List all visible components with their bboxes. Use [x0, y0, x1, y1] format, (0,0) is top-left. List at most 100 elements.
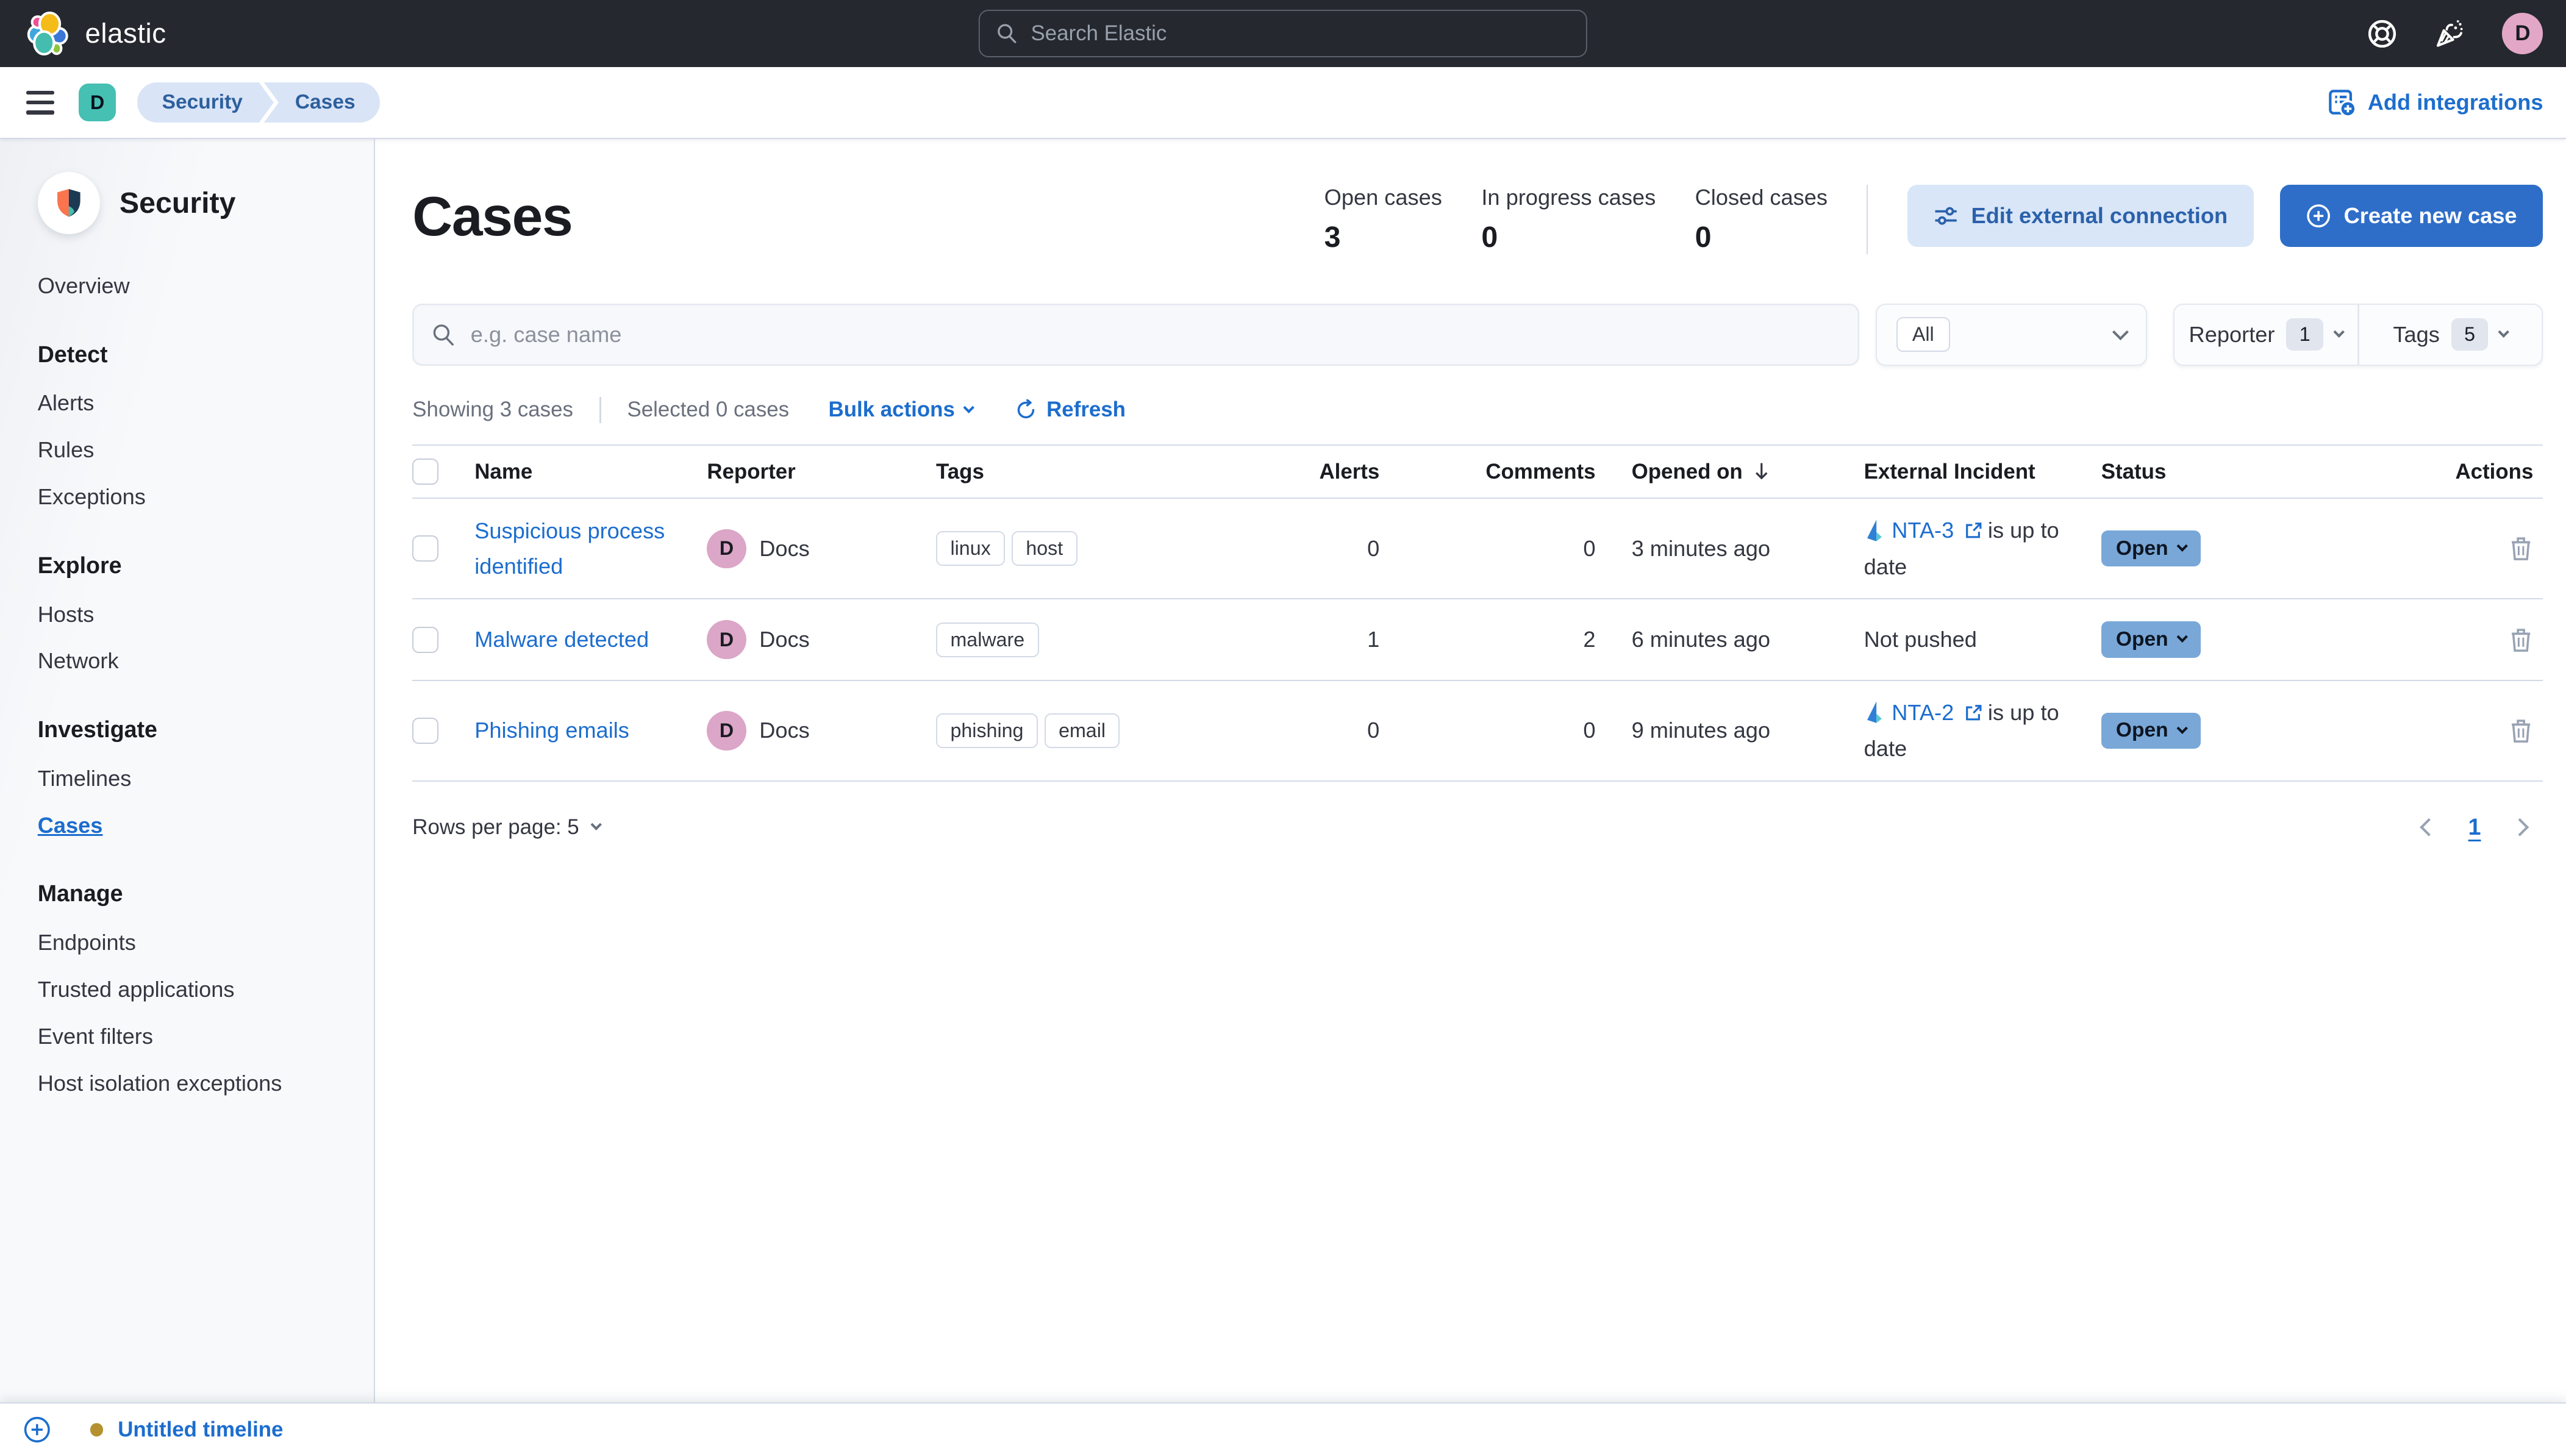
alerts-count: 1 — [1367, 627, 1380, 652]
breadcrumb-security[interactable]: Security — [137, 82, 274, 123]
case-name-link[interactable]: Malware detected — [474, 622, 649, 657]
external-incident-status-text: Not pushed — [1864, 627, 1977, 652]
add-timeline-icon[interactable] — [23, 1416, 51, 1444]
add-integrations-button[interactable]: Add integrations — [2327, 88, 2543, 118]
chevron-down-icon — [2498, 326, 2510, 338]
page-title: Cases — [412, 185, 573, 248]
menu-icon[interactable] — [23, 84, 57, 121]
select-row-checkbox[interactable] — [412, 626, 439, 653]
column-header-comments[interactable]: Comments — [1386, 446, 1602, 497]
column-header-status[interactable]: Status — [2101, 446, 2412, 497]
refresh-button[interactable]: Refresh — [1015, 398, 1126, 422]
column-header-external-incident[interactable]: External Incident — [1864, 446, 2101, 497]
reporter-filter-label: Reporter — [2189, 321, 2275, 347]
stat-open-label: Open cases — [1324, 185, 1442, 210]
sort-descending-icon — [1755, 463, 1768, 480]
column-header-alerts[interactable]: Alerts — [1234, 446, 1386, 497]
alerts-count: 0 — [1367, 718, 1380, 743]
status-filter-select[interactable]: All — [1875, 303, 2148, 366]
edit-external-connection-label: Edit external connection — [1971, 203, 2228, 229]
reporter-name: Docs — [759, 627, 810, 652]
status-badge[interactable]: Open — [2101, 712, 2201, 749]
elastic-brand[interactable]: elastic — [23, 9, 166, 59]
stat-in-progress-value: 0 — [1481, 221, 1498, 254]
select-all-checkbox[interactable] — [412, 459, 439, 485]
column-header-reporter[interactable]: Reporter — [707, 446, 936, 497]
column-header-opened-on[interactable]: Opened on — [1602, 446, 1864, 497]
external-incident-link[interactable]: NTA-2 — [1892, 700, 1954, 725]
sidebar-item-host-isolation-exceptions[interactable]: Host isolation exceptions — [38, 1071, 348, 1096]
chevron-down-icon — [963, 401, 975, 413]
sidebar-heading-manage: Manage — [37, 880, 123, 907]
global-search[interactable] — [978, 10, 1588, 57]
reporter-name: Docs — [759, 535, 810, 561]
table-row: Phishing emails D Docs phishing email 0 … — [412, 681, 2543, 782]
sidebar-item-endpoints[interactable]: Endpoints — [38, 930, 348, 955]
reporter-filter[interactable]: Reporter 1 — [2175, 305, 2357, 365]
sidebar-item-alerts[interactable]: Alerts — [38, 390, 348, 416]
sidebar-heading-detect: Detect — [37, 341, 108, 367]
rows-per-page-select[interactable]: Rows per page: 5 — [412, 815, 602, 840]
delete-case-icon[interactable] — [2509, 718, 2533, 744]
refresh-label: Refresh — [1046, 398, 1126, 422]
sidebar-item-exceptions[interactable]: Exceptions — [38, 484, 348, 510]
delete-case-icon[interactable] — [2509, 627, 2533, 653]
sidebar-item-overview[interactable]: Overview — [38, 273, 348, 299]
case-search[interactable] — [412, 303, 1859, 366]
status-label: Open — [2115, 719, 2168, 742]
help-icon[interactable] — [2367, 18, 2398, 49]
case-search-input[interactable] — [470, 321, 1840, 348]
column-header-name[interactable]: Name — [474, 446, 707, 497]
untitled-timeline-button[interactable]: Untitled timeline — [90, 1418, 283, 1442]
edit-external-connection-button[interactable]: Edit external connection — [1907, 185, 2254, 248]
sidebar-title: Security — [119, 186, 236, 219]
security-app-logo — [37, 171, 100, 234]
previous-page-icon[interactable] — [2420, 818, 2439, 837]
security-shield-icon — [57, 188, 80, 217]
bulk-actions-button[interactable]: Bulk actions — [829, 398, 975, 422]
tags-filter[interactable]: Tags 5 — [2359, 305, 2542, 365]
user-avatar[interactable]: D — [2502, 13, 2543, 54]
timeline-status-dot — [90, 1423, 104, 1436]
breadcrumb-cases[interactable]: Cases — [263, 82, 380, 123]
opened-on-value: 3 minutes ago — [1631, 535, 1771, 561]
status-badge[interactable]: Open — [2101, 530, 2201, 567]
chevron-down-icon — [2176, 540, 2188, 552]
global-header: elastic Search Elastic D — [0, 0, 2566, 68]
select-row-checkbox[interactable] — [412, 535, 439, 562]
sidebar-item-timelines[interactable]: Timelines — [38, 766, 348, 791]
elastic-logo-icon — [27, 11, 68, 55]
sidebar-item-hosts[interactable]: Hosts — [38, 602, 348, 627]
news-feed-icon[interactable] — [2434, 17, 2467, 50]
space-badge[interactable]: D — [78, 84, 116, 121]
case-name-link[interactable]: Suspicious process identified — [474, 513, 700, 584]
search-icon — [997, 24, 1017, 44]
stat-closed-cases: Closed cases 0 — [1695, 185, 1828, 254]
sidebar-item-event-filters[interactable]: Event filters — [38, 1024, 348, 1049]
next-page-icon[interactable] — [2511, 818, 2530, 837]
cases-page: Cases Open cases 3 In progress cases 0 C… — [374, 139, 2566, 1402]
reporter-name: Docs — [759, 718, 810, 743]
sidebar-item-trusted-applications[interactable]: Trusted applications — [38, 977, 348, 1002]
select-row-checkbox[interactable] — [412, 717, 439, 744]
status-badge[interactable]: Open — [2101, 621, 2201, 658]
stat-closed-value: 0 — [1695, 221, 1712, 254]
sidebar-item-cases[interactable]: Cases — [38, 813, 348, 838]
column-header-tags[interactable]: Tags — [936, 446, 1234, 497]
alerts-count: 0 — [1367, 535, 1380, 561]
status-label: Open — [2115, 628, 2168, 651]
sidebar: Security Overview Detect Alerts Rules Ex… — [0, 139, 375, 1402]
create-new-case-button[interactable]: Create new case — [2279, 185, 2543, 248]
comments-count: 2 — [1583, 627, 1596, 652]
tag-pill: email — [1044, 713, 1120, 748]
global-search-input[interactable] — [1031, 21, 1570, 46]
case-name-link[interactable]: Phishing emails — [474, 713, 629, 748]
sidebar-item-rules[interactable]: Rules — [38, 437, 348, 463]
external-incident-link[interactable]: NTA-3 — [1892, 518, 1954, 543]
reporter-filter-count: 1 — [2286, 318, 2324, 351]
page-number[interactable]: 1 — [2468, 814, 2481, 840]
delete-case-icon[interactable] — [2509, 535, 2533, 562]
external-link-icon — [1966, 704, 1982, 721]
selected-cases-text: Selected 0 cases — [627, 398, 790, 422]
sidebar-item-network[interactable]: Network — [38, 648, 348, 674]
